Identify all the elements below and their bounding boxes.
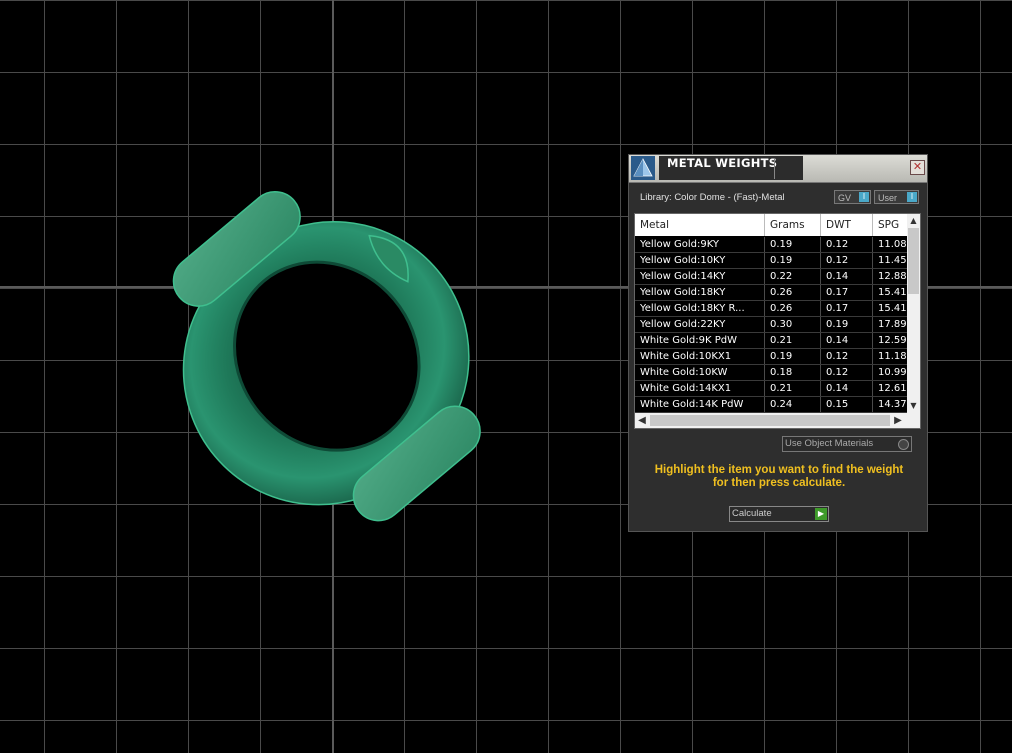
gv-toggle[interactable]: GV I bbox=[834, 190, 871, 204]
cell-dwt: 0.19 bbox=[821, 317, 873, 332]
table-row[interactable]: White Gold:9K PdW 0.21 0.14 12.59 bbox=[635, 333, 913, 349]
cell-metal: Yellow Gold:14KY bbox=[635, 269, 765, 284]
use-object-materials-option[interactable]: Use Object Materials bbox=[782, 436, 912, 452]
cell-grams: 0.22 bbox=[765, 269, 821, 284]
cell-grams: 0.19 bbox=[765, 253, 821, 268]
vertical-scroll-thumb[interactable] bbox=[908, 228, 919, 294]
cell-dwt: 0.15 bbox=[821, 397, 873, 412]
cell-grams: 0.26 bbox=[765, 301, 821, 316]
scroll-right-icon[interactable]: ▶ bbox=[891, 413, 905, 428]
gv-toggle-indicator-icon: I bbox=[859, 192, 869, 202]
table-header: Metal Grams DWT SPG bbox=[635, 214, 907, 236]
dialog-title: METAL WEIGHTS bbox=[659, 156, 803, 180]
cell-metal: Yellow Gold:22KY bbox=[635, 317, 765, 332]
cell-metal: White Gold:10KX1 bbox=[635, 349, 765, 364]
cell-metal: White Gold:14KX1 bbox=[635, 381, 765, 396]
table-row[interactable]: White Gold:10KX1 0.19 0.12 11.18 bbox=[635, 349, 913, 365]
radio-icon[interactable] bbox=[898, 439, 909, 450]
library-label: Library: Color Dome - (Fast)-Metal bbox=[640, 192, 785, 203]
horizontal-scrollbar[interactable]: ◀ ▶ bbox=[635, 413, 920, 428]
cell-grams: 0.26 bbox=[765, 285, 821, 300]
cell-grams: 0.30 bbox=[765, 317, 821, 332]
title-bar[interactable]: METAL WEIGHTS ✕ bbox=[629, 155, 927, 183]
column-header-dwt[interactable]: DWT bbox=[821, 214, 873, 236]
scroll-left-icon[interactable]: ◀ bbox=[635, 413, 649, 428]
cell-dwt: 0.12 bbox=[821, 253, 873, 268]
metal-table: Metal Grams DWT SPG Yellow Gold:9KY 0.19 0… bbox=[634, 213, 921, 429]
calculate-button[interactable]: Calculate ▶ bbox=[729, 506, 829, 522]
cell-grams: 0.21 bbox=[765, 381, 821, 396]
cell-dwt: 0.14 bbox=[821, 381, 873, 396]
title-separator bbox=[774, 159, 775, 179]
cell-grams: 0.24 bbox=[765, 397, 821, 412]
scroll-up-icon[interactable]: ▲ bbox=[907, 214, 920, 227]
table-row[interactable]: Yellow Gold:10KY 0.19 0.12 11.45 bbox=[635, 253, 913, 269]
cell-grams: 0.19 bbox=[765, 349, 821, 364]
cell-dwt: 0.17 bbox=[821, 301, 873, 316]
cell-dwt: 0.17 bbox=[821, 285, 873, 300]
cell-metal: Yellow Gold:9KY bbox=[635, 237, 765, 252]
table-row[interactable]: White Gold:14K PdW 0.24 0.15 14.37 bbox=[635, 397, 913, 413]
cell-metal: Yellow Gold:10KY bbox=[635, 253, 765, 268]
table-body: Yellow Gold:9KY 0.19 0.12 11.08 Yellow Gold:… bbox=[635, 237, 913, 413]
cell-dwt: 0.12 bbox=[821, 365, 873, 380]
table-row[interactable]: Yellow Gold:14KY 0.22 0.14 12.88 bbox=[635, 269, 913, 285]
cell-metal: White Gold:14K PdW bbox=[635, 397, 765, 412]
use-object-materials-label: Use Object Materials bbox=[785, 438, 874, 449]
cell-metal: White Gold:10KW bbox=[635, 365, 765, 380]
cell-grams: 0.21 bbox=[765, 333, 821, 348]
vertical-scrollbar[interactable]: ▲ ▼ bbox=[907, 214, 920, 413]
cell-metal: Yellow Gold:18KY bbox=[635, 285, 765, 300]
cell-metal: Yellow Gold:18KY R... bbox=[635, 301, 765, 316]
user-toggle-label: User bbox=[878, 193, 898, 203]
instructions-line-2: for then press calculate. bbox=[712, 477, 846, 489]
table-row[interactable]: Yellow Gold:9KY 0.19 0.12 11.08 bbox=[635, 237, 913, 253]
play-arrow-icon: ▶ bbox=[815, 508, 827, 520]
pyramid-logo-icon bbox=[631, 156, 655, 180]
user-toggle[interactable]: User I bbox=[874, 190, 919, 204]
horizontal-scroll-thumb[interactable] bbox=[650, 415, 890, 426]
cell-grams: 0.19 bbox=[765, 237, 821, 252]
scroll-down-icon[interactable]: ▼ bbox=[907, 399, 920, 412]
metal-weights-dialog: METAL WEIGHTS ✕ Library: Color Dome - (F… bbox=[628, 154, 928, 532]
cell-dwt: 0.12 bbox=[821, 349, 873, 364]
close-button[interactable]: ✕ bbox=[910, 160, 925, 175]
instructions-line-1: Highlight the item you want to find the … bbox=[654, 464, 904, 476]
table-row[interactable]: Yellow Gold:22KY 0.30 0.19 17.89 bbox=[635, 317, 913, 333]
cell-dwt: 0.12 bbox=[821, 237, 873, 252]
table-row[interactable]: Yellow Gold:18KY 0.26 0.17 15.41 bbox=[635, 285, 913, 301]
cell-grams: 0.18 bbox=[765, 365, 821, 380]
instructions-text: Highlight the item you want to find the … bbox=[639, 464, 919, 490]
user-toggle-indicator-icon: I bbox=[907, 192, 917, 202]
ring-model[interactable] bbox=[140, 170, 520, 550]
table-row[interactable]: White Gold:10KW 0.18 0.12 10.99 bbox=[635, 365, 913, 381]
cell-dwt: 0.14 bbox=[821, 333, 873, 348]
cell-dwt: 0.14 bbox=[821, 269, 873, 284]
gv-toggle-label: GV bbox=[838, 193, 852, 203]
calculate-label: Calculate bbox=[732, 508, 772, 519]
table-row[interactable]: Yellow Gold:18KY R... 0.26 0.17 15.41 bbox=[635, 301, 913, 317]
cell-metal: White Gold:9K PdW bbox=[635, 333, 765, 348]
column-header-grams[interactable]: Grams bbox=[765, 214, 821, 236]
column-header-metal[interactable]: Metal bbox=[635, 214, 765, 236]
table-row[interactable]: White Gold:14KX1 0.21 0.14 12.61 bbox=[635, 381, 913, 397]
